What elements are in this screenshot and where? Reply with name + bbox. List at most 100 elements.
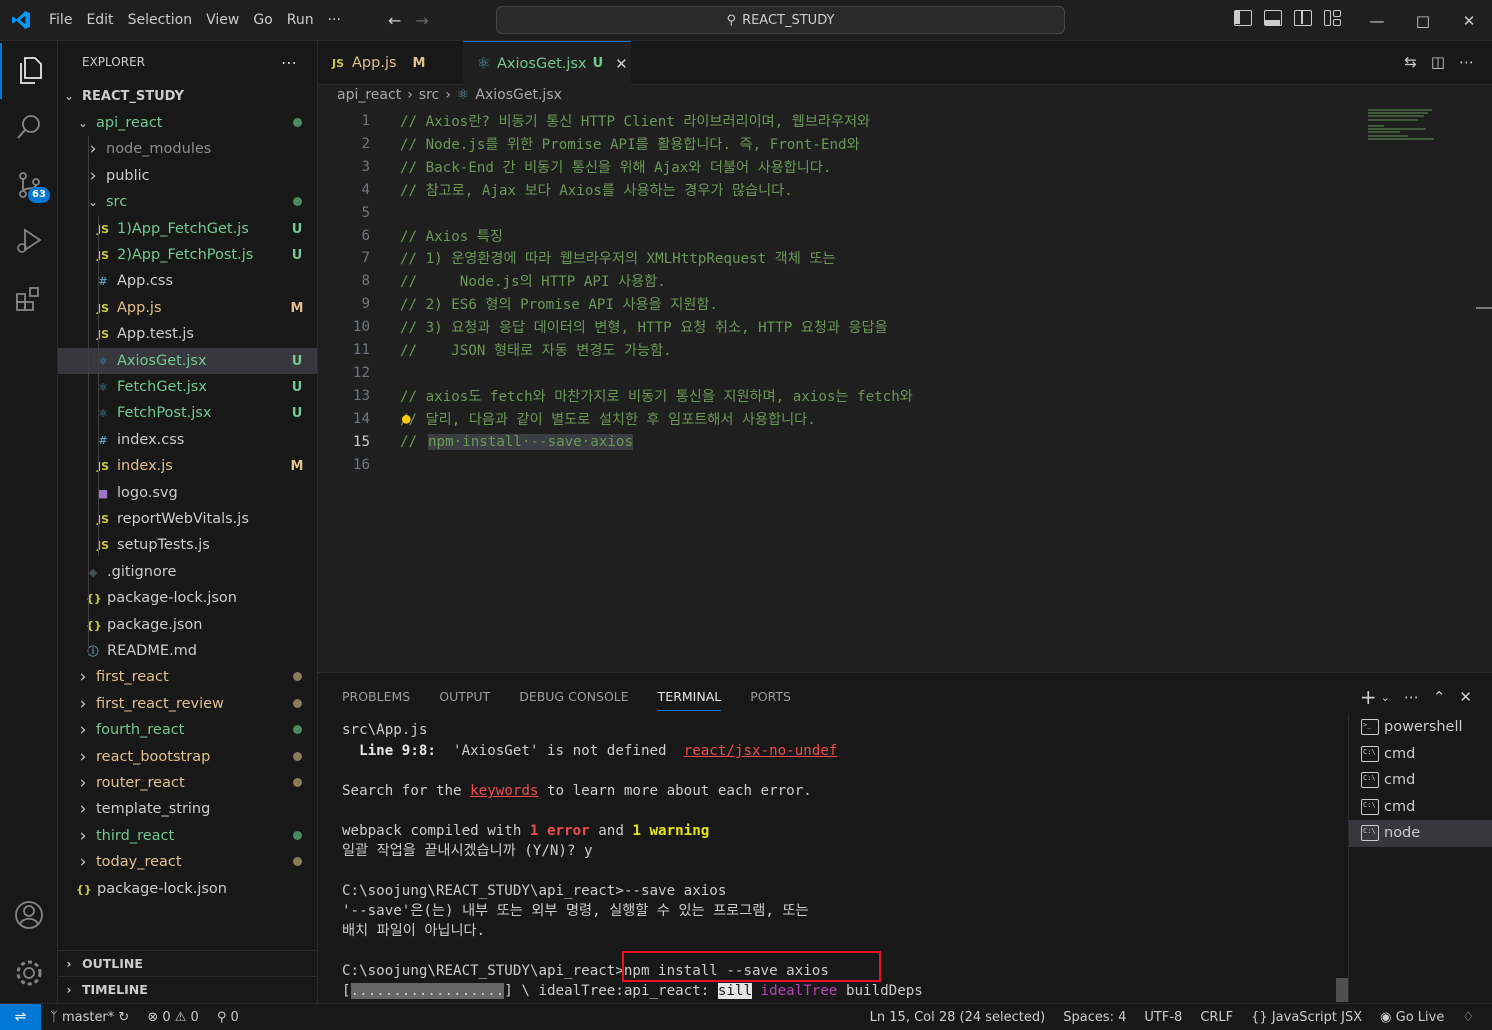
tab-axiosget-jsx[interactable]: ⚛ AxiosGet.jsx U ✕ (463, 41, 631, 85)
command-center-search[interactable]: ⚲ REACT_STUDY (496, 6, 1065, 34)
toggle-panel-icon[interactable] (1264, 10, 1282, 26)
breadcrumb-item[interactable]: src (419, 87, 439, 103)
folder-item[interactable]: › public (58, 163, 317, 189)
terminal-instance[interactable]: C:\ cmd (1349, 767, 1492, 794)
encoding[interactable]: UTF-8 (1135, 1010, 1191, 1025)
terminal-scrollbar[interactable] (1336, 978, 1348, 1002)
file-item[interactable]: # App.css (58, 268, 317, 294)
panel-actions: + ⌄ ⋯ ⌃ ✕ (1360, 685, 1472, 709)
close-window-icon[interactable]: ✕ (1446, 0, 1492, 41)
breadcrumb-item[interactable]: AxiosGet.jsx (475, 87, 561, 103)
terminal-instance[interactable]: C:\ node (1349, 820, 1492, 847)
folder-item[interactable]: › router_react (58, 770, 317, 796)
extensions-icon[interactable] (0, 271, 58, 327)
file-item[interactable]: ◆ .gitignore (58, 559, 317, 585)
menu-item[interactable]: ··· (321, 0, 348, 41)
close-panel-icon[interactable]: ✕ (1459, 688, 1472, 706)
file-item[interactable]: ■ logo.svg (58, 480, 317, 506)
panel-tab-terminal[interactable]: TERMINAL (657, 689, 722, 711)
run-debug-icon[interactable] (0, 213, 58, 269)
maximize-panel-icon[interactable]: ⌃ (1433, 688, 1446, 706)
end-of-line[interactable]: CRLF (1191, 1010, 1242, 1025)
accounts-icon[interactable] (0, 887, 58, 943)
panel-tab-ports[interactable]: PORTS (750, 689, 791, 711)
file-item[interactable]: {} package.json (58, 612, 317, 638)
file-item[interactable]: ⚛ AxiosGet.jsx U (58, 348, 317, 374)
file-item[interactable]: JS setupTests.js (58, 532, 317, 558)
folder-item[interactable]: › fourth_react (58, 717, 317, 743)
lightbulb-icon[interactable]: ● (402, 411, 411, 427)
minimap[interactable] (1368, 109, 1440, 143)
more-actions-icon[interactable]: ⋯ (281, 53, 297, 72)
new-terminal-icon[interactable]: + (1360, 685, 1377, 709)
folder-item[interactable]: › template_string (58, 796, 317, 822)
folder-item[interactable]: › today_react (58, 849, 317, 875)
problems-indicator[interactable]: ⊗ 0 ⚠ 0 (138, 1010, 208, 1025)
file-item[interactable]: {} package-lock.json (58, 585, 317, 611)
notifications-bell-icon[interactable]: ♢ (1453, 1010, 1492, 1025)
search-view-icon[interactable] (0, 99, 58, 155)
folder-item[interactable]: › third_react (58, 823, 317, 849)
file-item[interactable]: # index.css (58, 427, 317, 453)
file-item[interactable]: ⚛ FetchGet.jsx U (58, 374, 317, 400)
file-item[interactable]: ⓘ README.md (58, 638, 317, 664)
menu-item[interactable]: Go (246, 0, 279, 41)
back-arrow-icon[interactable]: ← (388, 11, 401, 30)
branch-indicator[interactable]: ᛉ master* ↻ (41, 1010, 138, 1025)
split-editor-icon[interactable]: ◫ (1431, 53, 1445, 71)
toggle-secondary-sidebar-icon[interactable] (1294, 10, 1312, 26)
customize-layout-icon[interactable] (1324, 10, 1342, 26)
panel-tab-problems[interactable]: PROBLEMS (342, 689, 410, 711)
folder-item[interactable]: › first_react_review (58, 691, 317, 717)
source-control-icon[interactable]: 63 (0, 157, 58, 213)
folder-item[interactable]: › react_bootstrap (58, 744, 317, 770)
compare-changes-icon[interactable]: ⇆ (1404, 53, 1417, 71)
minimize-icon[interactable]: — (1354, 0, 1400, 41)
close-tab-icon[interactable]: ✕ (615, 55, 628, 73)
workspace-root[interactable]: ⌄ REACT_STUDY (58, 83, 317, 109)
menu-item[interactable]: Run (280, 0, 321, 41)
menu-item[interactable]: Selection (121, 0, 200, 41)
settings-gear-icon[interactable] (0, 945, 58, 1001)
menu-item[interactable]: Edit (79, 0, 120, 41)
file-item[interactable]: JS reportWebVitals.js (58, 506, 317, 532)
panel-tab-output[interactable]: OUTPUT (439, 689, 490, 711)
remote-indicator-icon[interactable]: ⇌ (0, 1003, 41, 1030)
more-actions-icon[interactable]: ⋯ (1404, 688, 1419, 706)
indentation[interactable]: Spaces: 4 (1054, 1010, 1135, 1025)
terminal-instance[interactable]: >_ powershell (1349, 714, 1492, 741)
explorer-icon[interactable] (0, 43, 58, 99)
forward-arrow-icon[interactable]: → (415, 11, 428, 30)
maximize-icon[interactable]: □ (1400, 0, 1446, 41)
terminal-instance[interactable]: C:\ cmd (1349, 794, 1492, 821)
git-status-badge (277, 697, 317, 712)
breadcrumb-item[interactable]: api_react (337, 87, 401, 103)
folder-item[interactable]: ⌄ src (58, 189, 317, 215)
activity-bar: 63 (0, 41, 58, 1003)
timeline-section[interactable]: › TIMELINE (58, 976, 317, 1002)
cursor-position[interactable]: Ln 15, Col 28 (24 selected) (861, 1010, 1055, 1025)
more-actions-icon[interactable]: ⋯ (1459, 53, 1474, 71)
chevron-down-icon[interactable]: ⌄ (1381, 691, 1390, 704)
ports-indicator[interactable]: ⚲ 0 (208, 1010, 248, 1025)
folder-item[interactable]: › node_modules (58, 136, 317, 162)
tab-app-js[interactable]: JS App.js M (318, 41, 462, 85)
terminal-instance[interactable]: C:\ cmd (1349, 741, 1492, 768)
language-mode[interactable]: {} JavaScript JSX (1242, 1010, 1371, 1025)
menu-item[interactable]: View (199, 0, 246, 41)
file-item[interactable]: JS App.test.js (58, 321, 317, 347)
file-item[interactable]: JS 1)App_FetchGet.js U (58, 216, 317, 242)
file-item[interactable]: ⚛ FetchPost.jsx U (58, 400, 317, 426)
tree-item-label: public (106, 168, 150, 184)
go-live-button[interactable]: ◉ Go Live (1371, 1010, 1453, 1025)
folder-item[interactable]: ⌄ api_react (58, 110, 317, 136)
menu-item[interactable]: File (42, 0, 79, 41)
file-item[interactable]: JS 2)App_FetchPost.js U (58, 242, 317, 268)
file-item[interactable]: {} package-lock.json (58, 876, 317, 902)
panel-tab-debug-console[interactable]: DEBUG CONSOLE (519, 689, 628, 711)
folder-item[interactable]: › first_react (58, 664, 317, 690)
file-item[interactable]: JS App.js M (58, 295, 317, 321)
toggle-primary-sidebar-icon[interactable] (1234, 10, 1252, 26)
file-item[interactable]: JS index.js M (58, 453, 317, 479)
outline-section[interactable]: › OUTLINE (58, 950, 317, 976)
